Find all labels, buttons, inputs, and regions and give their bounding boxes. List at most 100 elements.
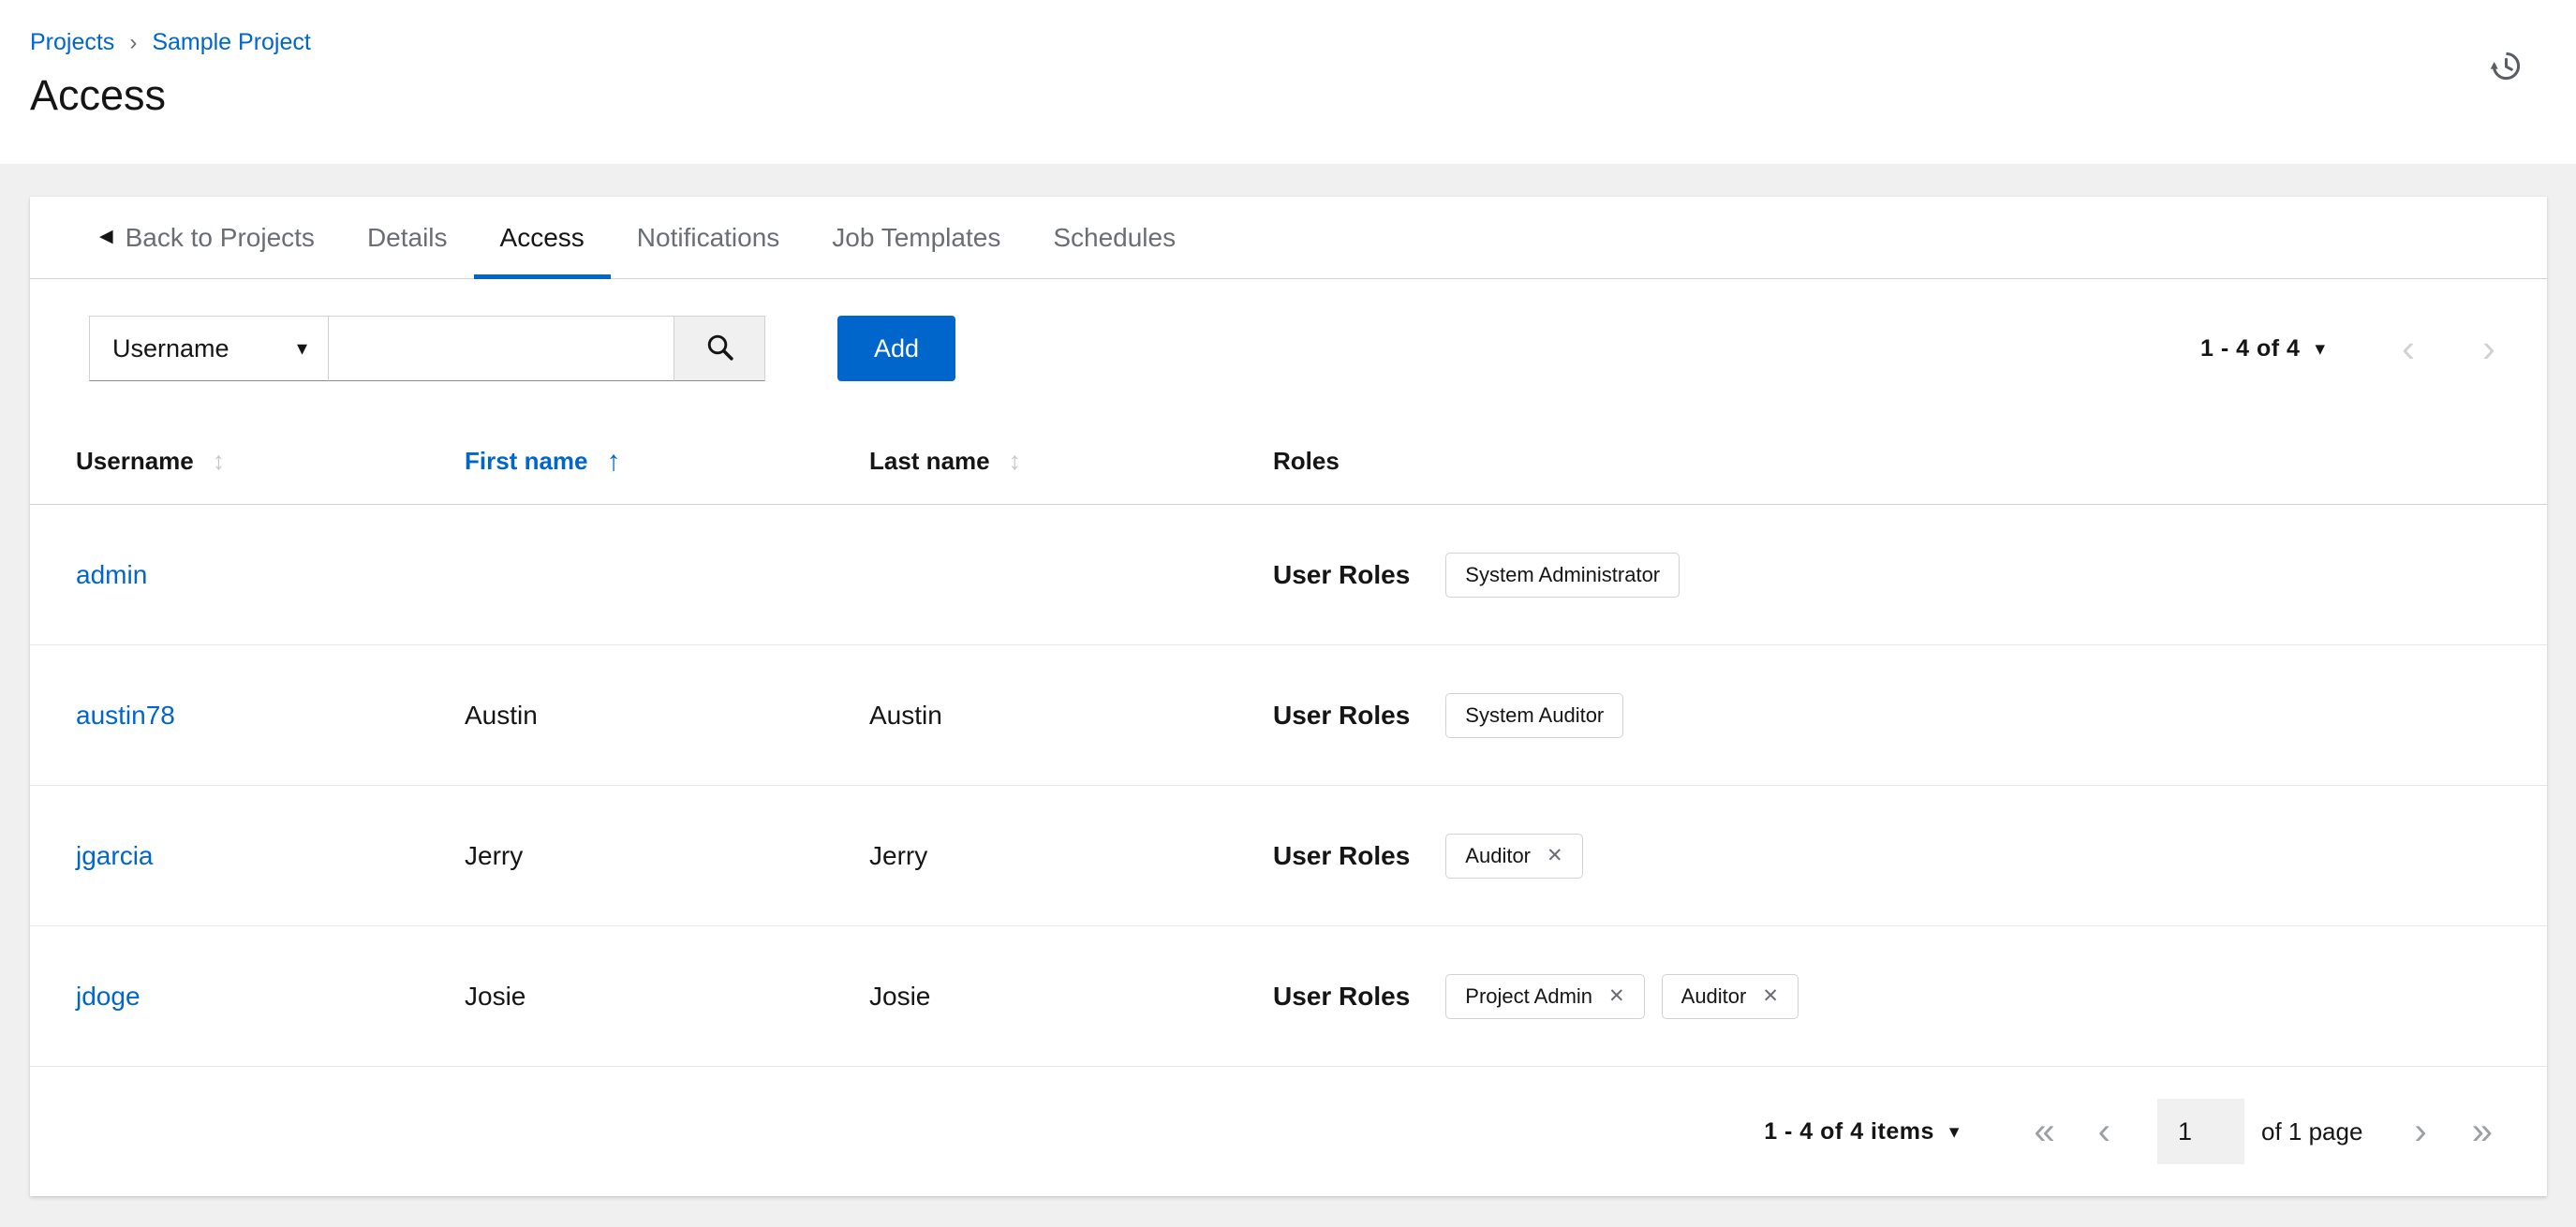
username-link[interactable]: austin78 [76, 701, 175, 730]
chip-group: System Auditor [1445, 692, 1624, 738]
pagination-summary[interactable]: 1 - 4 of 4 [2200, 335, 2300, 362]
next-page-button[interactable]: › [2414, 1113, 2426, 1150]
username-cell: austin78 [76, 701, 465, 731]
page-count-label: of 1 page [2260, 1116, 2363, 1146]
column-label: First name [465, 447, 588, 475]
role-chip-label: Project Admin [1465, 983, 1593, 1008]
user-roles-label: User Roles [1273, 559, 1411, 589]
role-chip: Auditor ✕ [1445, 833, 1583, 879]
breadcrumb: Projects › Sample Project [30, 28, 2522, 56]
roles-cell: User Roles Project Admin ✕ Auditor ✕ [1273, 973, 2501, 1019]
tab-label: Notifications [636, 222, 780, 252]
current-page-input[interactable] [2156, 1099, 2244, 1164]
chip-group: Project Admin ✕ Auditor ✕ [1445, 973, 1799, 1019]
tab-bar: ◀ Back to Projects Details Access Notifi… [30, 197, 2547, 279]
tab-schedules[interactable]: Schedules [1027, 197, 1202, 278]
search-icon [704, 332, 735, 365]
sort-both-icon: ↕ [1008, 447, 1022, 475]
last-name-cell: Jerry [869, 840, 928, 870]
sort-ascending-icon: ↑ [606, 445, 621, 477]
user-roles-label: User Roles [1273, 840, 1411, 870]
username-cell: jdoge [76, 982, 465, 1012]
first-page-button[interactable]: « [2034, 1113, 2054, 1150]
first-name-cell: Josie [465, 981, 526, 1011]
chip-group: Auditor ✕ [1445, 833, 1583, 879]
table-row-austin78: austin78 Austin Austin User Roles System… [30, 645, 2547, 786]
tab-label: Schedules [1053, 222, 1177, 252]
close-icon: ✕ [1762, 985, 1779, 1007]
top-pagination: 1 - 4 of 4 ▾ ‹ › [2200, 329, 2495, 368]
column-header-first-name[interactable]: First name ↑ [465, 446, 869, 478]
role-chip-label: Auditor [1680, 983, 1747, 1008]
tab-job-templates[interactable]: Job Templates [806, 197, 1027, 278]
tab-label: Details [366, 222, 448, 252]
toolbar: Username ▾ Add 1 - 4 of 4 ▾ ‹ › [30, 279, 2547, 381]
next-page-button[interactable]: › [2482, 329, 2495, 368]
chip-remove-button[interactable]: ✕ [1547, 846, 1563, 865]
breadcrumb-separator-icon: › [129, 30, 138, 55]
tab-back-to-projects[interactable]: ◀ Back to Projects [73, 197, 341, 278]
chip-remove-button[interactable]: ✕ [1762, 986, 1779, 1006]
tab-label: Back to Projects [125, 222, 315, 252]
first-name-cell: Jerry [465, 840, 524, 870]
tab-label: Access [499, 222, 585, 252]
back-arrow-icon: ◀ [99, 227, 113, 246]
search-input[interactable] [328, 316, 674, 381]
column-label: Last name [869, 447, 990, 475]
tab-notifications[interactable]: Notifications [611, 197, 807, 278]
column-header-username[interactable]: Username ↕ [76, 447, 465, 476]
table-row-admin: admin User Roles System Administrator [30, 505, 2547, 645]
last-name-cell: Josie [869, 981, 931, 1011]
table-row-jgarcia: jgarcia Jerry Jerry User Roles Auditor ✕ [30, 786, 2547, 926]
sort-both-icon: ↕ [212, 447, 226, 475]
role-chip: System Auditor [1445, 692, 1624, 738]
access-table: Username ↕ First name ↑ Last name ↕ Role… [30, 419, 2547, 1196]
role-chip-label: System Auditor [1465, 702, 1605, 727]
caret-down-icon[interactable]: ▾ [1949, 1120, 1960, 1144]
prev-page-button[interactable]: ‹ [2098, 1113, 2110, 1150]
column-label: Roles [1273, 447, 1340, 475]
search-button[interactable] [674, 316, 765, 381]
column-header-roles: Roles [1273, 447, 2501, 476]
caret-down-icon[interactable]: ▾ [2315, 337, 2325, 361]
role-chip-label: System Administrator [1465, 562, 1661, 586]
username-link[interactable]: jdoge [76, 982, 141, 1011]
table-row-jdoge: jdoge Josie Josie User Roles Project Adm… [30, 926, 2547, 1067]
chip-group: System Administrator [1445, 552, 1680, 598]
last-name-cell: Austin [869, 700, 942, 730]
pagination-items-summary[interactable]: 1 - 4 of 4 items [1764, 1118, 1934, 1146]
tab-label: Job Templates [832, 222, 1001, 252]
chip-remove-button[interactable]: ✕ [1608, 986, 1625, 1006]
column-header-last-name[interactable]: Last name ↕ [869, 447, 1273, 476]
add-button[interactable]: Add [837, 316, 955, 381]
close-icon: ✕ [1547, 845, 1563, 866]
history-icon [2489, 52, 2524, 86]
prev-page-button[interactable]: ‹ [2402, 329, 2415, 368]
username-link[interactable]: jgarcia [76, 841, 153, 870]
username-cell: admin [76, 560, 465, 590]
page-title: Access [30, 71, 167, 119]
breadcrumb-link-sample-project[interactable]: Sample Project [152, 29, 311, 56]
search-key-selected: Username [112, 333, 229, 362]
activity-history-button[interactable] [2489, 49, 2524, 83]
roles-cell: User Roles System Auditor [1273, 692, 2501, 738]
first-name-cell: Austin [465, 700, 538, 730]
close-icon: ✕ [1608, 985, 1625, 1007]
last-page-button[interactable]: » [2472, 1113, 2493, 1150]
search-key-dropdown[interactable]: Username ▾ [89, 316, 329, 381]
role-chip: Auditor ✕ [1661, 973, 1799, 1019]
caret-down-icon: ▾ [296, 336, 307, 360]
table-header-row: Username ↕ First name ↑ Last name ↕ Role… [30, 419, 2547, 505]
page-header: Projects › Sample Project Access [0, 0, 2576, 164]
breadcrumb-link-projects[interactable]: Projects [30, 29, 114, 56]
pagination-footer: 1 - 4 of 4 items ▾ « ‹ of 1 page › » [30, 1067, 2547, 1196]
role-chip: System Administrator [1445, 552, 1680, 598]
user-roles-label: User Roles [1273, 981, 1411, 1011]
user-roles-label: User Roles [1273, 700, 1411, 730]
username-link[interactable]: admin [76, 560, 147, 589]
tab-access[interactable]: Access [473, 197, 612, 279]
roles-cell: User Roles System Administrator [1273, 552, 2501, 598]
roles-cell: User Roles Auditor ✕ [1273, 833, 2501, 879]
tab-details[interactable]: Details [341, 197, 474, 278]
role-chip: Project Admin ✕ [1445, 973, 1645, 1019]
